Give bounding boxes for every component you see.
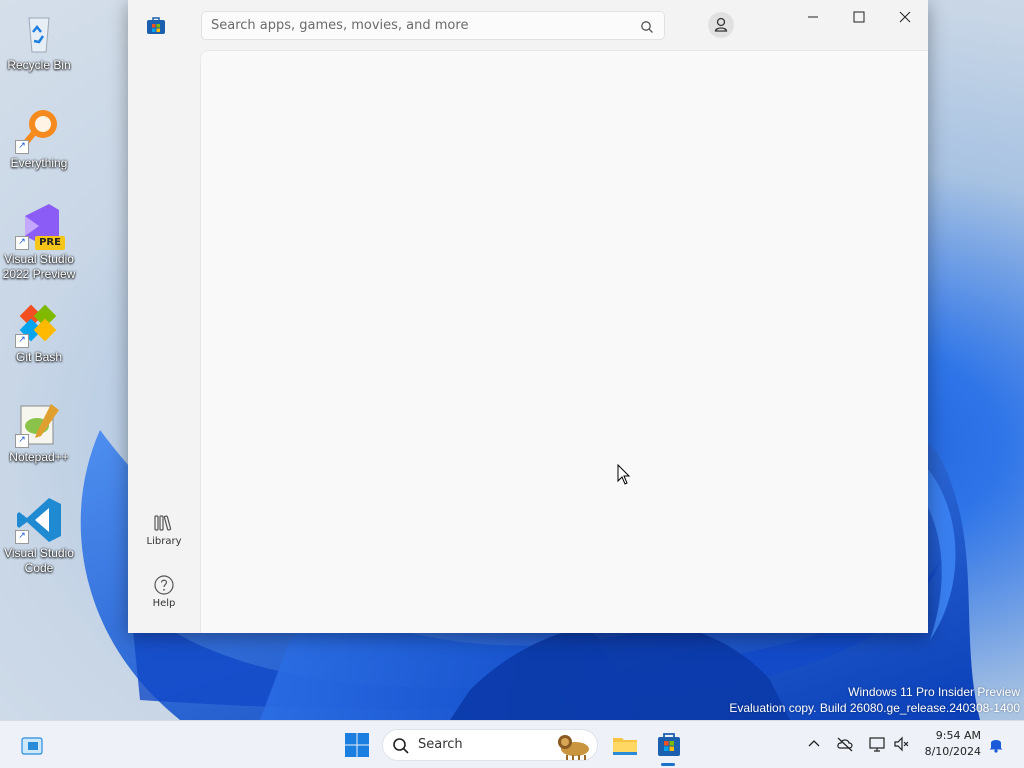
watermark-line-1: Windows 11 Pro Insider Preview	[848, 685, 1020, 699]
desktop-icon-label: Visual Studio Code	[4, 546, 74, 575]
desktop-icon-notepad-plus-plus[interactable]: ↗ Notepad++	[2, 400, 76, 465]
desktop-icon-label: Recycle Bin	[7, 58, 71, 72]
taskbar-clock[interactable]: 9:54 AM 8/10/2024	[925, 728, 981, 760]
desktop-icon-git-bash[interactable]: ↗ Git Bash	[2, 300, 76, 365]
onedrive-button[interactable]	[836, 735, 854, 753]
show-hidden-icons-button[interactable]	[805, 735, 823, 753]
mouse-cursor-icon	[617, 464, 631, 485]
microsoft-store-icon	[658, 733, 680, 756]
desktop-icon-label: Notepad++	[9, 450, 69, 464]
search-icon[interactable]	[640, 19, 654, 33]
git-bash-icon: ↗	[15, 300, 63, 348]
account-button[interactable]	[708, 12, 734, 38]
everything-search-icon: ↗	[15, 106, 63, 154]
search-icon	[393, 738, 409, 754]
minimize-button[interactable]	[790, 0, 836, 34]
vscode-icon: ↗	[15, 496, 63, 544]
nav-help[interactable]: Help	[128, 568, 200, 624]
minimize-icon	[808, 16, 818, 18]
taskbar: Search 9:54 AM 8/10/2024	[0, 720, 1024, 768]
desktop-icon-label: Everything	[10, 156, 68, 170]
onedrive-offline-icon	[837, 737, 853, 752]
microsoft-store-window: Library Help	[128, 0, 928, 633]
desktop-icon-label: Git Bash	[15, 350, 63, 364]
account-icon	[714, 17, 728, 32]
nav-library-label: Library	[146, 536, 182, 547]
notification-bell-icon	[989, 740, 1003, 753]
shortcut-arrow-icon: ↗	[15, 334, 29, 348]
microsoft-store-taskbar-button[interactable]	[652, 728, 686, 762]
desktop-icon-visual-studio-preview[interactable]: PRE ↗ Visual Studio 2022 Preview	[2, 202, 76, 282]
file-explorer-button[interactable]	[608, 728, 642, 762]
desktop-icon-recycle-bin[interactable]: Recycle Bin	[2, 8, 76, 73]
maximize-button[interactable]	[836, 0, 882, 34]
file-explorer-icon	[613, 738, 637, 755]
help-icon	[153, 574, 175, 596]
store-logo-icon	[147, 17, 165, 34]
shortcut-arrow-icon: ↗	[15, 434, 29, 448]
clock-time: 9:54 AM	[935, 729, 981, 742]
library-icon	[153, 512, 175, 534]
shortcut-arrow-icon: ↗	[15, 530, 29, 544]
shortcut-arrow-icon: ↗	[15, 140, 29, 154]
maximize-icon	[853, 11, 865, 23]
visual-studio-preview-icon: PRE ↗	[15, 202, 65, 250]
nav-library[interactable]: Library	[128, 506, 200, 562]
desktop-icon-label: Visual Studio 2022 Preview	[2, 252, 76, 281]
recycle-bin-icon	[15, 8, 63, 56]
search-highlight-lion-icon	[558, 735, 589, 760]
preview-badge: PRE	[35, 236, 65, 250]
desktop-icon-vscode[interactable]: ↗ Visual Studio Code	[2, 496, 76, 576]
store-search-input[interactable]	[211, 12, 631, 39]
taskbar-search-box[interactable]: Search	[382, 729, 598, 761]
widgets-button[interactable]	[18, 728, 46, 762]
widgets-icon	[21, 737, 43, 755]
notifications-button[interactable]	[987, 735, 1005, 753]
start-icon	[345, 733, 369, 757]
active-app-indicator	[661, 763, 675, 766]
watermark-line-2: Evaluation copy. Build 26080.ge_release.…	[729, 701, 1020, 715]
chevron-up-icon	[808, 740, 820, 747]
store-search-box[interactable]	[201, 11, 665, 40]
title-bar[interactable]	[128, 0, 928, 50]
volume-button[interactable]	[893, 735, 911, 753]
volume-muted-icon	[894, 736, 909, 752]
taskbar-search-label: Search	[418, 737, 463, 752]
clock-date: 8/10/2024	[924, 745, 981, 758]
network-icon	[869, 737, 885, 752]
shortcut-arrow-icon: ↗	[15, 236, 29, 250]
store-content-area	[200, 50, 928, 633]
close-button[interactable]	[882, 0, 928, 34]
close-icon	[899, 11, 911, 23]
network-button[interactable]	[868, 735, 886, 753]
nav-help-label: Help	[152, 598, 176, 609]
start-button[interactable]	[340, 728, 374, 762]
desktop-icon-everything[interactable]: ↗ Everything	[2, 106, 76, 171]
notepad-plus-plus-icon: ↗	[15, 400, 63, 448]
